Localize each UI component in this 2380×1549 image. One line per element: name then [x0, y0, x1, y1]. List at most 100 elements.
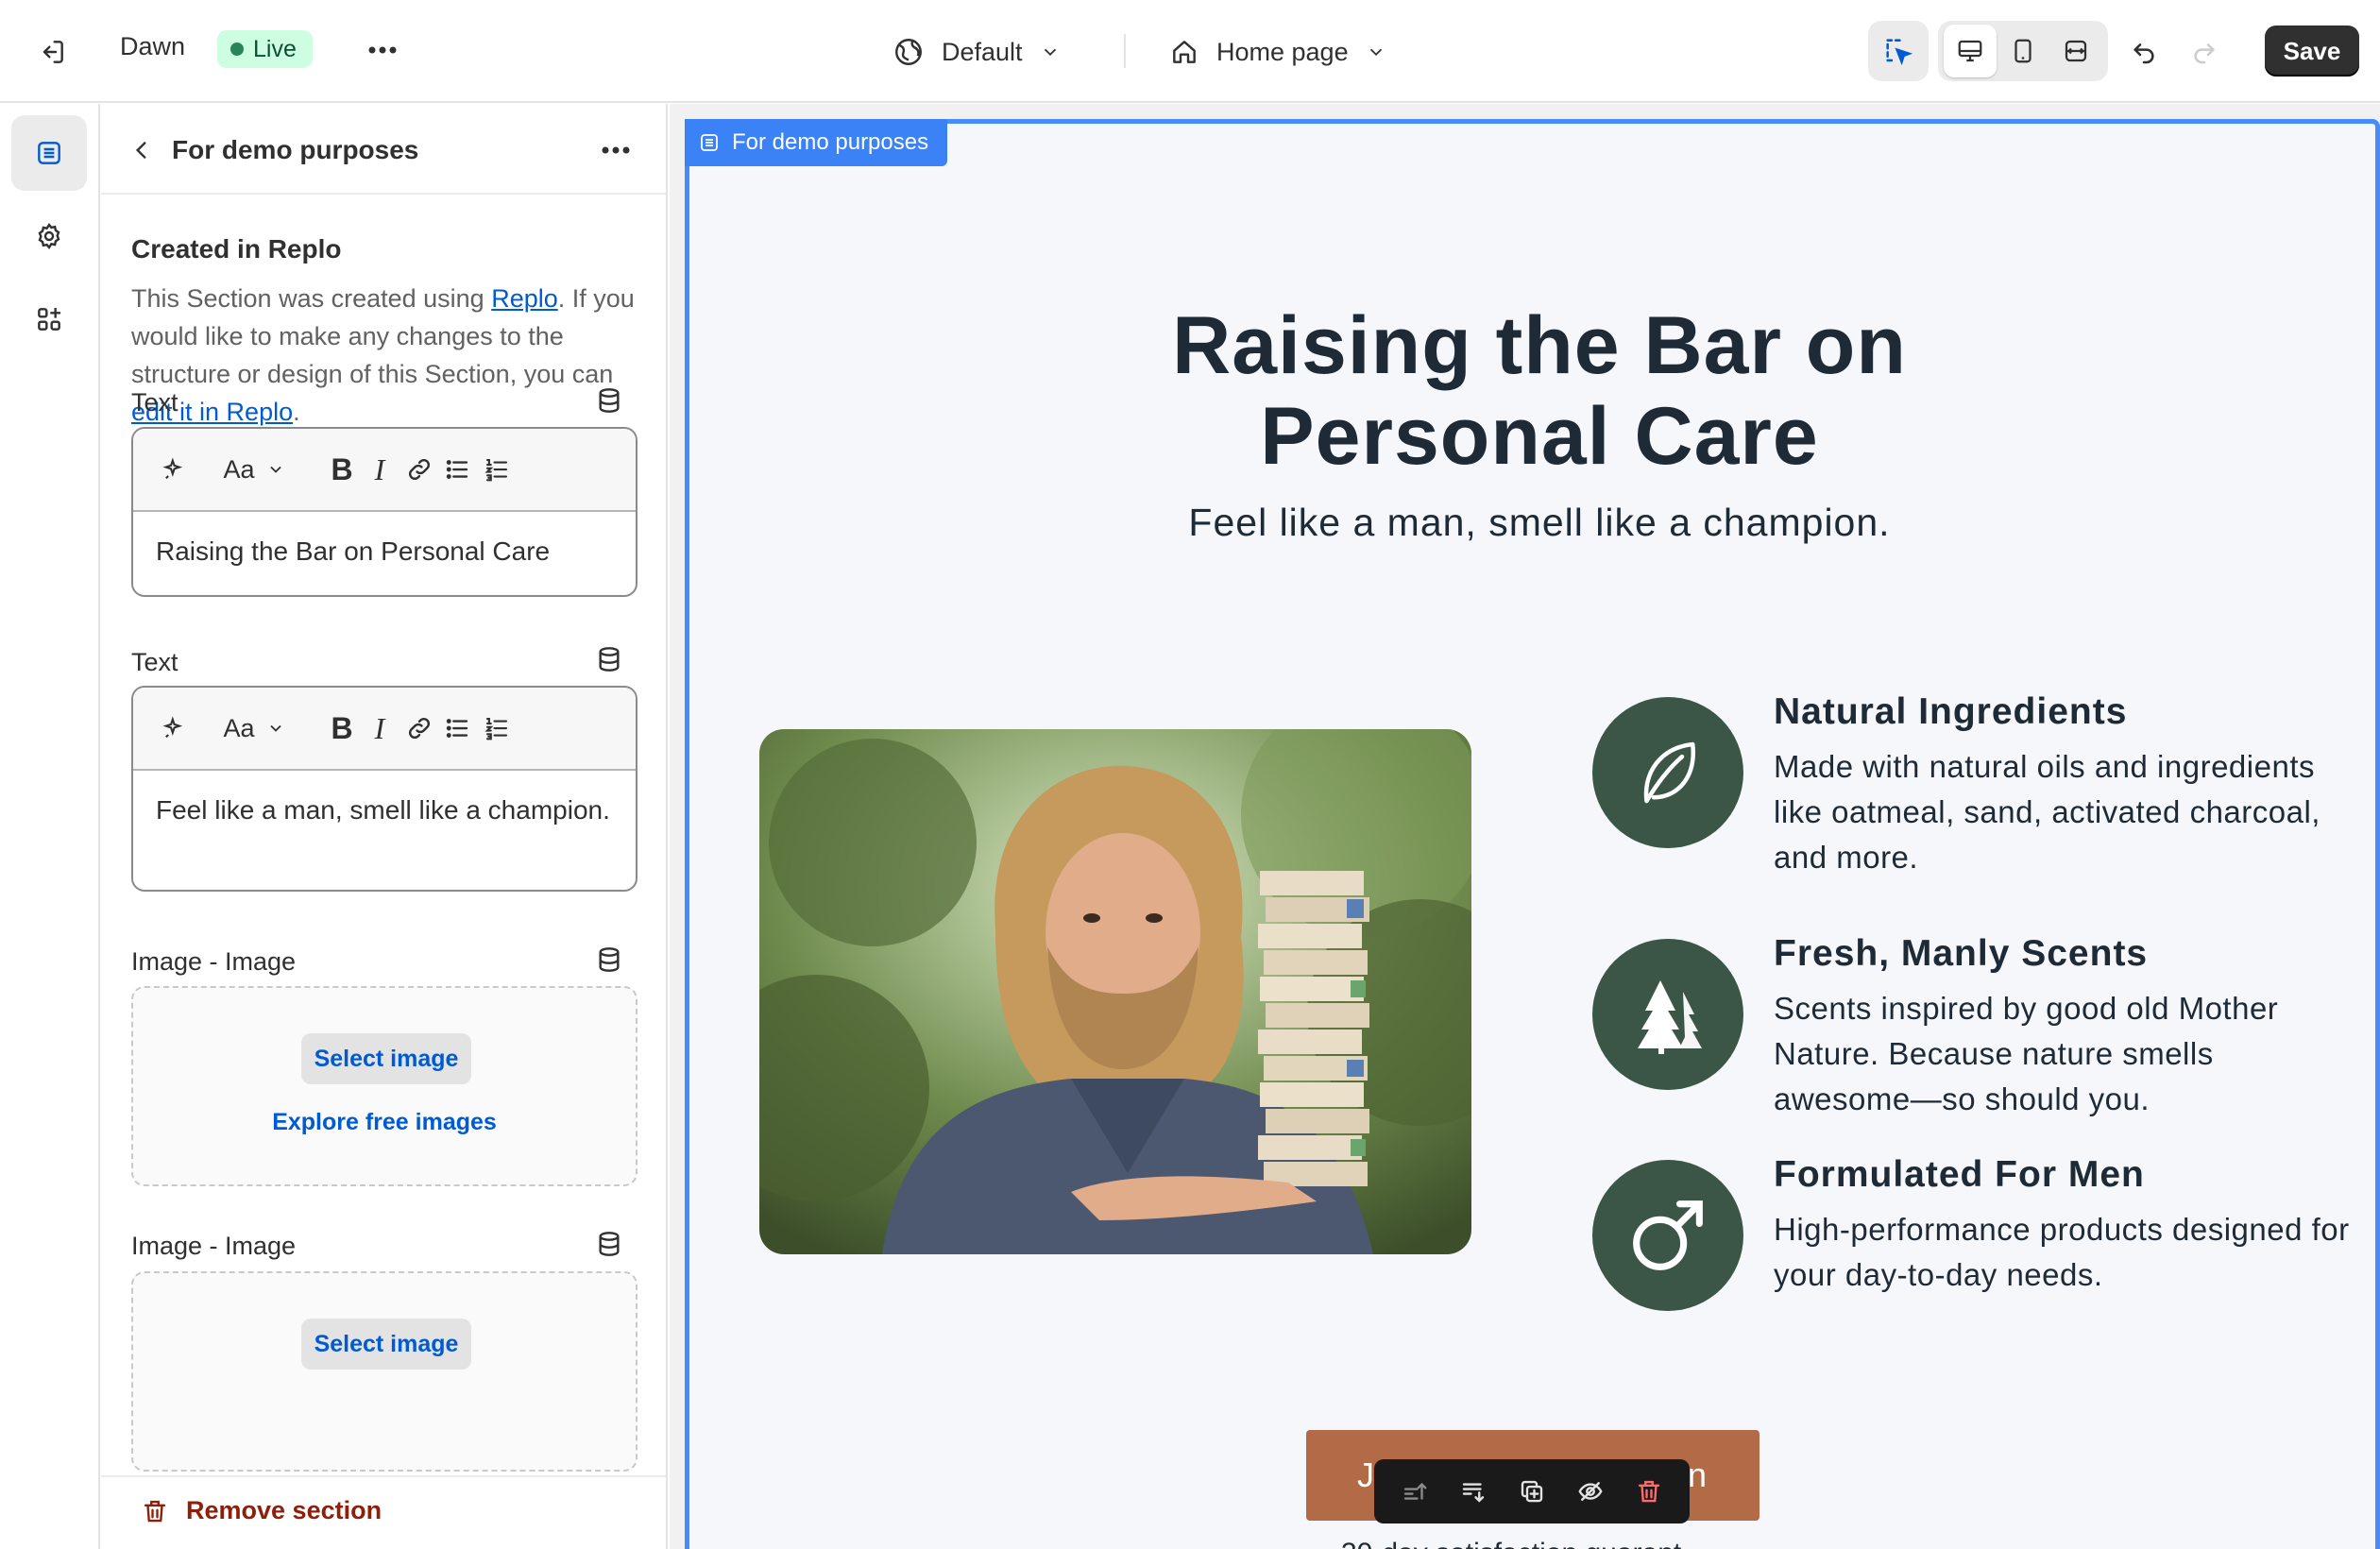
numbered-list-icon: [484, 458, 508, 482]
section-info-heading: Created in Replo: [131, 234, 342, 264]
hero-subtitle[interactable]: Feel like a man, smell like a champion.: [1020, 501, 2059, 545]
full-width-view-button[interactable]: [2049, 25, 2102, 77]
exit-icon[interactable]: [28, 28, 76, 76]
full-width-icon: [2065, 40, 2087, 62]
italic-button[interactable]: I: [358, 706, 401, 750]
dynamic-source-icon[interactable]: [594, 644, 624, 674]
block-floating-toolbar: [1374, 1459, 1690, 1523]
rich-text-editor[interactable]: Aa B I Feel like a man, smell like a cha…: [131, 686, 638, 892]
theme-settings-nav-button[interactable]: [11, 198, 87, 274]
rich-text-editor[interactable]: Aa B I Raising the Bar on Personal Care: [131, 427, 638, 597]
replo-link[interactable]: Replo: [491, 284, 558, 313]
eye-off-icon: [1578, 1482, 1603, 1501]
link-icon: [408, 717, 431, 740]
hide-button[interactable]: [1569, 1470, 1612, 1513]
numbered-list-icon: [484, 717, 508, 740]
desc-text: This Section was created using: [131, 284, 492, 313]
field-label: Text: [131, 388, 178, 417]
cta-label-start: J: [1357, 1455, 1374, 1494]
section-info-description: This Section was created using Replo. If…: [131, 280, 641, 431]
text-style-dropdown[interactable]: Aa: [216, 448, 292, 491]
top-bar: Dawn Live Default Home page Save: [0, 0, 2380, 103]
numbered-list-button[interactable]: [475, 448, 518, 491]
bullet-list-button[interactable]: [435, 448, 479, 491]
chevron-down-icon: [1369, 48, 1382, 57]
inspector-toggle-button[interactable]: [1868, 21, 1929, 81]
link-icon: [408, 458, 431, 481]
context-select[interactable]: Default: [892, 28, 1061, 76]
ellipsis-icon: [602, 146, 630, 154]
bullet-list-icon: [446, 719, 468, 738]
status-label: Live: [253, 35, 297, 62]
section-icon: [701, 134, 718, 151]
bold-icon: B: [331, 451, 353, 486]
ai-sparkle-button[interactable]: [152, 448, 196, 491]
hero-title[interactable]: Raising the Bar on Personal Care: [1067, 300, 2012, 482]
home-icon: [1173, 41, 1196, 63]
move-down-button[interactable]: [1452, 1470, 1495, 1513]
apps-nav-button[interactable]: [11, 281, 87, 357]
chevron-left-icon: [135, 142, 146, 159]
ai-sparkle-button[interactable]: [152, 706, 196, 750]
select-image-button[interactable]: Select image: [301, 1319, 471, 1370]
save-button[interactable]: Save: [2265, 26, 2359, 77]
desktop-view-button[interactable]: [1944, 25, 1997, 77]
italic-button[interactable]: I: [358, 448, 401, 491]
remove-section-label: Remove section: [186, 1496, 382, 1524]
sections-nav-button[interactable]: [11, 115, 87, 191]
topbar-divider: [1124, 34, 1126, 68]
trash-icon: [1638, 1480, 1660, 1503]
viewport-switcher: [1938, 21, 2108, 81]
rte-toolbar: Aa B I: [133, 688, 636, 771]
feature-title: Natural Ingredients: [1774, 691, 2128, 732]
section-tag[interactable]: For demo purposes: [685, 119, 948, 166]
page-select-label: Home page: [1216, 37, 1349, 66]
field-label: Image - Image: [131, 947, 297, 976]
dynamic-source-icon[interactable]: [594, 1229, 624, 1259]
chevron-down-icon: [269, 724, 281, 732]
field-label: Image - Image: [131, 1232, 297, 1260]
chevron-down-icon: [269, 466, 281, 473]
undo-icon: [2134, 43, 2154, 64]
mobile-icon: [2014, 39, 2032, 63]
context-select-label: Default: [942, 37, 1023, 66]
select-cursor-icon: [1886, 39, 1913, 66]
select-image-button[interactable]: Select image: [301, 1033, 471, 1084]
leaf-icon: [1592, 697, 1743, 848]
italic-icon: I: [374, 710, 385, 745]
numbered-list-button[interactable]: [475, 706, 518, 750]
delete-button[interactable]: [1627, 1470, 1671, 1513]
sparkle-icon: [162, 457, 183, 480]
more-actions-button[interactable]: [359, 26, 406, 74]
dynamic-source-icon[interactable]: [594, 945, 624, 975]
feature-description: Scents inspired by good old Mother Natur…: [1774, 991, 2279, 1116]
panel-more-button[interactable]: [592, 128, 639, 172]
text-style-dropdown[interactable]: Aa: [216, 706, 292, 750]
desc-text: .: [293, 398, 300, 426]
hero-image[interactable]: [759, 729, 1471, 1254]
bullet-list-button[interactable]: [435, 706, 479, 750]
globe-icon: [895, 39, 922, 65]
back-button[interactable]: [120, 128, 163, 172]
section-tag-label: For demo purposes: [732, 129, 929, 155]
live-dot-icon: [230, 43, 244, 56]
image-picker: Select image Explore free images: [131, 986, 638, 1186]
theme-name: Dawn: [120, 32, 186, 60]
mobile-view-button[interactable]: [1997, 25, 2049, 77]
rte-content[interactable]: Raising the Bar on Personal Care: [133, 512, 636, 591]
trash-icon: [144, 1500, 166, 1522]
feature-title: Formulated For Men: [1774, 1154, 2145, 1195]
page-select[interactable]: Home page: [1169, 28, 1386, 76]
undo-button[interactable]: [2119, 26, 2168, 76]
feature-description: Made with natural oils and ingredients l…: [1774, 749, 2320, 875]
explore-free-images-link[interactable]: Explore free images: [133, 1109, 636, 1136]
move-up-button[interactable]: [1393, 1470, 1436, 1513]
redo-button[interactable]: [2180, 26, 2229, 76]
rte-content[interactable]: Feel like a man, smell like a champion.: [133, 771, 636, 850]
duplicate-icon: [1521, 1480, 1543, 1503]
dynamic-source-icon[interactable]: [594, 385, 624, 416]
man-with-products-photo: [759, 729, 1471, 1254]
guarantee-text: 30-day satisfaction guarant: [1341, 1538, 1681, 1549]
duplicate-button[interactable]: [1510, 1470, 1554, 1513]
remove-section-button[interactable]: Remove section: [141, 1496, 382, 1525]
